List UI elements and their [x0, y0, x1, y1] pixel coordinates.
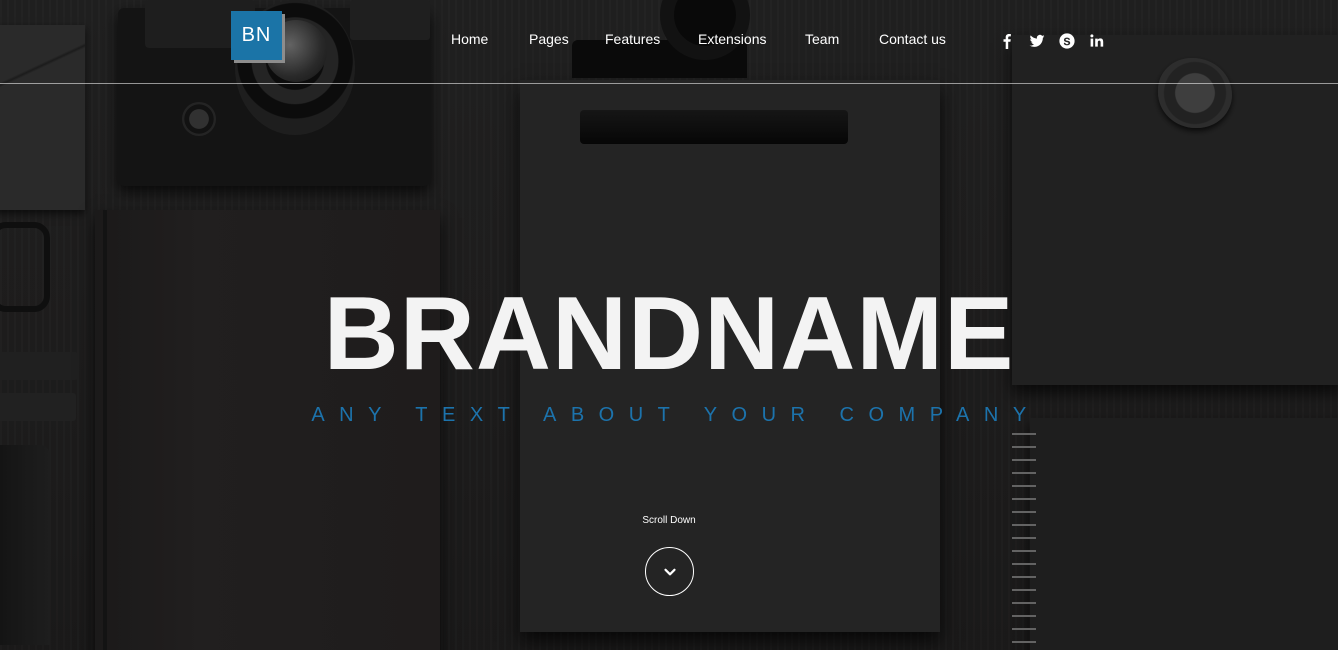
facebook-icon[interactable] [998, 32, 1016, 50]
brand-logo[interactable]: BN [231, 11, 285, 63]
nav-item-pages[interactable]: Pages [529, 31, 569, 47]
nav-item-home[interactable]: Home [451, 31, 488, 47]
skype-icon[interactable] [1058, 32, 1076, 50]
chevron-down-icon [663, 565, 677, 579]
hero-section: BN Home Pages Features Extensions Team C… [0, 0, 1338, 650]
nav-item-extensions[interactable]: Extensions [698, 31, 766, 47]
site-header: BN Home Pages Features Extensions Team C… [0, 0, 1338, 84]
hero-subtitle: ANY TEXT ABOUT YOUR COMPANY [311, 404, 1041, 426]
scroll-down-button[interactable] [645, 547, 694, 596]
header-divider [0, 83, 1338, 84]
nav-item-features[interactable]: Features [605, 31, 660, 47]
linkedin-icon[interactable] [1088, 32, 1106, 50]
scroll-down-label: Scroll Down [642, 515, 696, 526]
nav-item-contact-us[interactable]: Contact us [879, 31, 946, 47]
twitter-icon[interactable] [1028, 32, 1046, 50]
nav-item-team[interactable]: Team [805, 31, 839, 47]
logo-text: BN [231, 11, 282, 60]
hero-title: BRANDNAME [323, 276, 1015, 392]
